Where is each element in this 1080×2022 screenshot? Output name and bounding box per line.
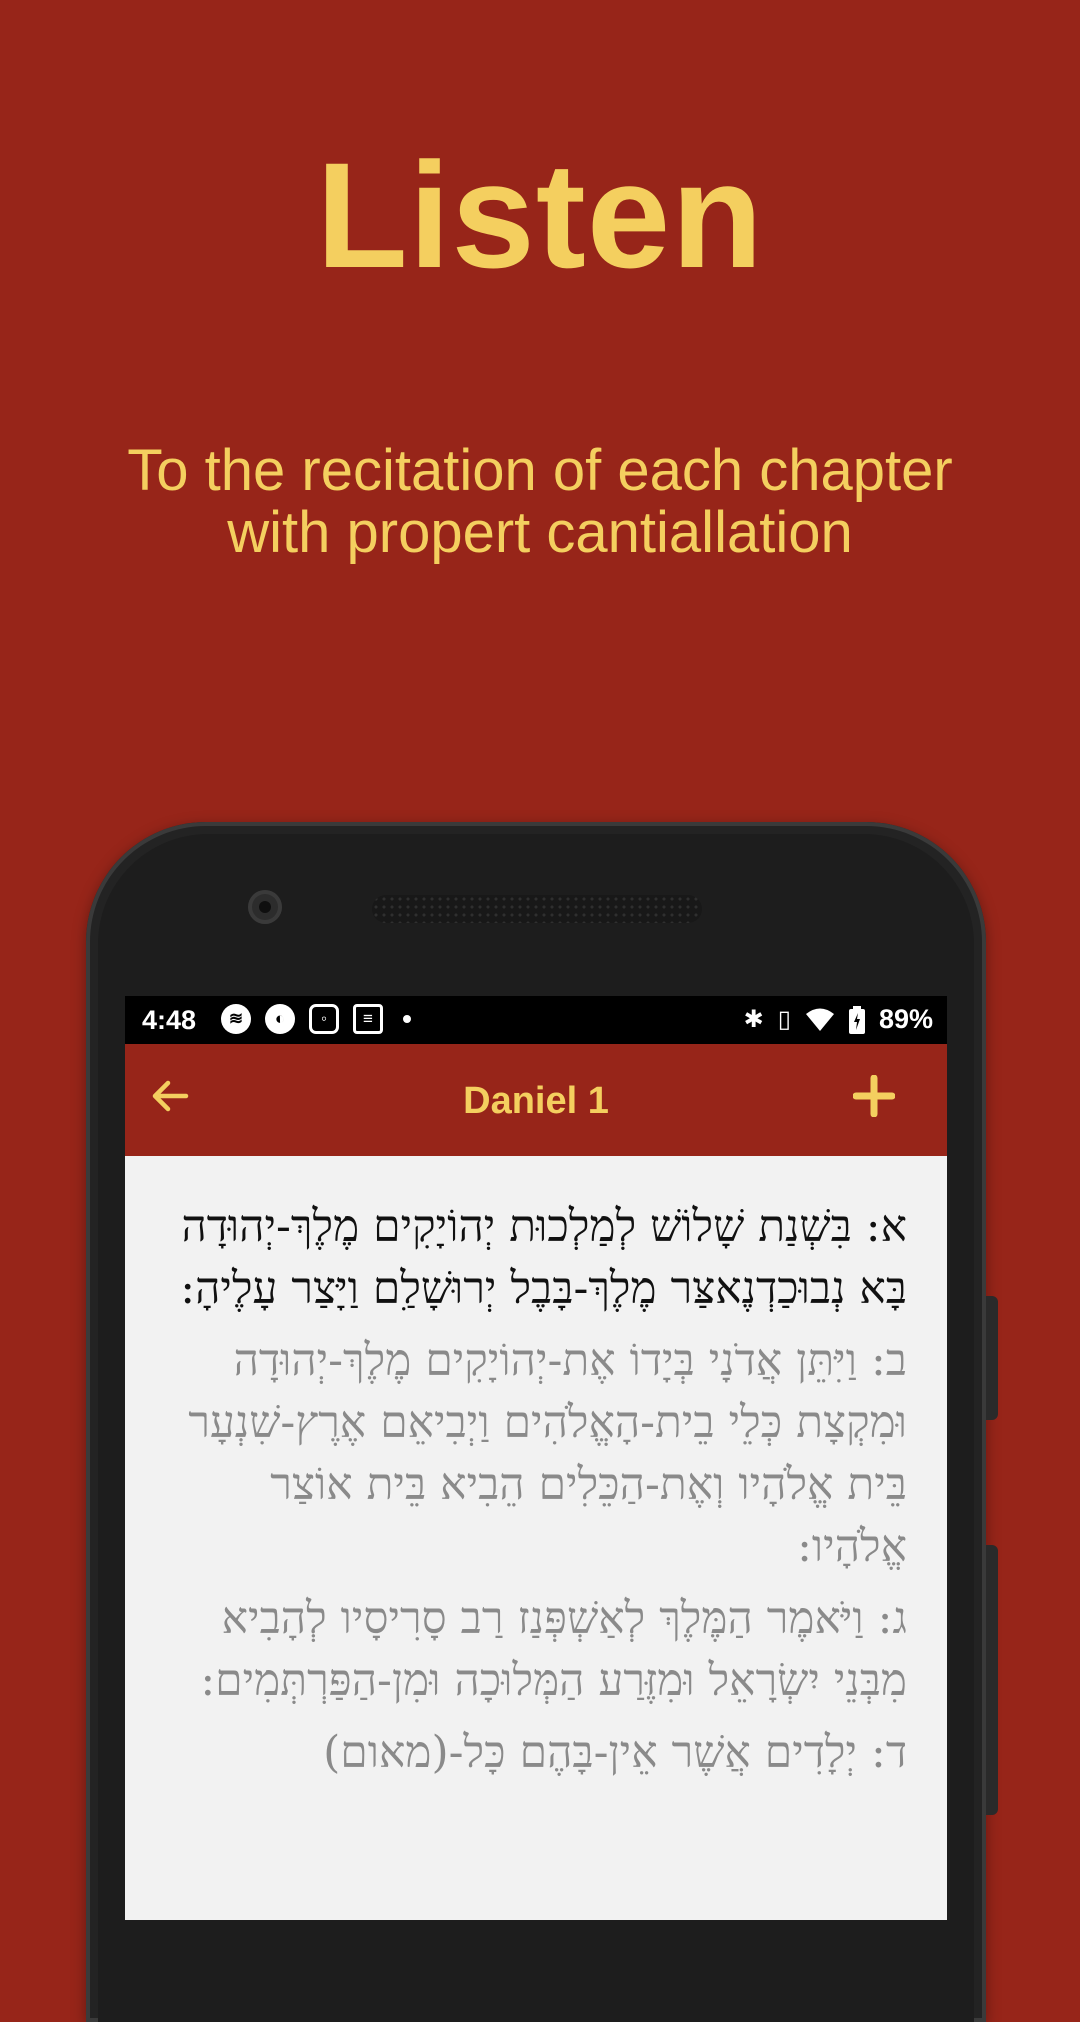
verse-4[interactable]: ד: יְלָדִים אֲשֶׁר אֵין-בָּהֶם כָּל-(מאו…	[165, 1722, 907, 1784]
phone-power-button	[986, 1296, 998, 1420]
vibrate-icon: ▯	[777, 1005, 791, 1033]
app-icon: ◐	[265, 1004, 295, 1034]
app-bar: Daniel 1	[125, 1044, 947, 1156]
wifi-icon	[805, 1008, 834, 1031]
bluetooth-icon: ✱	[743, 1005, 764, 1033]
notification-dot-icon	[403, 1015, 411, 1023]
chapter-title: Daniel 1	[463, 1080, 609, 1122]
instagram-icon: ◦	[309, 1004, 339, 1034]
status-right-icons: ✱ ▯ 89%	[744, 1004, 933, 1035]
plus-icon	[852, 1074, 896, 1118]
verse-2[interactable]: ב: וַיִּתֵּן אֲדֹנָי בְּיָדוֹ אֶת-יְהוֹי…	[165, 1330, 907, 1578]
status-time: 4:48	[142, 1005, 197, 1035]
verse-1[interactable]: א: בִּשְׁנַת שָׁלוֹשׁ לְמַלְכוּת יְהוֹיָ…	[165, 1196, 907, 1320]
promo-subtitle: To the recitation of each chapter with p…	[40, 440, 1040, 564]
news-icon: ≡	[353, 1004, 383, 1034]
phone-volume-button	[986, 1545, 998, 1815]
status-left-icons: ≋ ◐ ◦ ≡	[221, 1004, 411, 1034]
promo-subtitle-line-1: To the recitation of each chapter	[127, 438, 953, 503]
battery-icon	[848, 1005, 865, 1034]
earpiece-speaker	[372, 895, 702, 923]
verse-3[interactable]: ג: וַיֹּאמֶר הַמֶּלֶךְ לְאַשְׁפְּנַז רַב…	[165, 1588, 907, 1712]
add-button[interactable]	[849, 1070, 899, 1126]
battery-percent: 89%	[878, 1004, 933, 1034]
phone-screen: 4:48 ≋ ◐ ◦ ≡ ✱ ▯ 89% Daniel 1 א: בִּשְׁנ…	[125, 996, 947, 1920]
promo-subtitle-line-2: with propert cantiallation	[227, 500, 853, 565]
spotify-icon: ≋	[221, 1004, 251, 1034]
promo-headline: Listen	[316, 131, 764, 299]
front-camera	[248, 890, 282, 924]
status-bar: 4:48 ≋ ◐ ◦ ≡ ✱ ▯ 89%	[125, 996, 947, 1044]
verse-list: א: בִּשְׁנַת שָׁלוֹשׁ לְמַלְכוּת יְהוֹיָ…	[125, 1156, 947, 1784]
